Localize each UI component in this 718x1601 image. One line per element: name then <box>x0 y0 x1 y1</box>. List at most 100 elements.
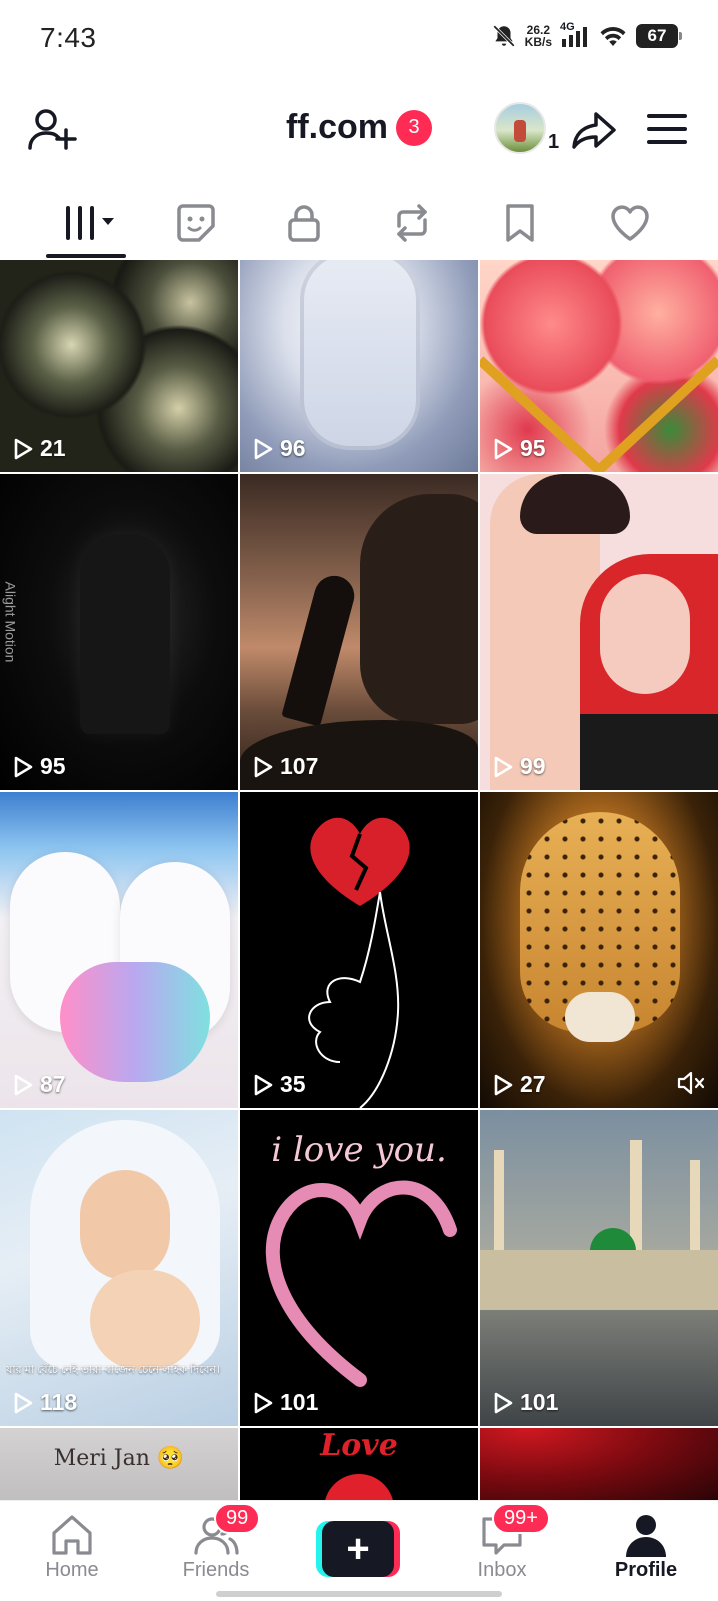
bell-muted-icon <box>492 25 515 47</box>
video-caption: Meri Jan 🥺 <box>53 1446 185 1471</box>
baby <box>90 1270 200 1370</box>
video-caption: যার মা বেঁচে নেই তারা বাজেন চেনে লাইক দি… <box>6 1364 220 1376</box>
play-icon <box>14 756 33 777</box>
heart-pillow <box>60 962 210 1082</box>
play-icon <box>254 1074 273 1095</box>
woman-face <box>600 574 690 694</box>
tab-videos[interactable] <box>36 190 144 256</box>
video-thumbnail[interactable]: Meri Jan 🥺 <box>0 1428 238 1500</box>
status-bar: 7:43 26.2 KB/s 4G 67 <box>0 0 718 80</box>
plus-icon: + <box>322 1521 394 1577</box>
accounts-button[interactable]: 1 <box>494 102 559 154</box>
inbox-badge: 99+ <box>492 1503 550 1534</box>
mute-icon <box>677 1071 705 1095</box>
video-thumbnail[interactable]: যার মা বেঁচে নেই তারা বাজেন চেনে লাইক দি… <box>0 1110 238 1426</box>
video-thumbnail[interactable]: 87 <box>0 792 238 1108</box>
video-thumbnail[interactable]: 21 <box>0 260 238 472</box>
account-count: 1 <box>548 131 560 153</box>
sticker-icon <box>177 204 215 242</box>
mosque-building <box>480 1250 718 1310</box>
profile-icon <box>626 1515 666 1557</box>
tab-favorites[interactable] <box>466 190 574 256</box>
video-thumbnail[interactable]: 27 <box>480 792 718 1108</box>
net-speed: 26.2 KB/s <box>524 23 552 49</box>
profile-header: ff.com 3 1 <box>0 90 718 170</box>
play-icon <box>254 756 273 777</box>
video-thumbnail[interactable]: i love you. 101 <box>240 1110 478 1426</box>
video-thumbnail[interactable]: 99 <box>480 474 718 790</box>
nav-profile[interactable]: Profile <box>586 1511 706 1582</box>
nav-home-label: Home <box>45 1559 99 1581</box>
play-icon <box>494 438 513 459</box>
repost-icon <box>397 204 427 242</box>
bottom-nav: Home Friends 99 + Inbox 99+ Profile <box>0 1500 718 1601</box>
man-silhouette <box>281 571 359 727</box>
nav-inbox[interactable]: Inbox 99+ <box>442 1503 562 1582</box>
video-thumbnail[interactable]: 95 <box>480 260 718 472</box>
video-thumbnail[interactable]: 35 <box>240 792 478 1108</box>
view-count: 107 <box>252 753 318 780</box>
boulder <box>360 494 478 724</box>
view-count: 35 <box>252 1071 306 1098</box>
man-hair <box>520 474 630 534</box>
figure-silhouette <box>80 534 170 734</box>
menu-icon[interactable] <box>646 108 688 150</box>
play-icon <box>254 438 273 459</box>
play-icon <box>494 756 513 777</box>
play-icon <box>14 1074 33 1095</box>
view-count: 27 <box>492 1071 546 1098</box>
red-heart <box>324 1474 394 1500</box>
nav-friends[interactable]: Friends 99 <box>156 1503 276 1582</box>
play-icon <box>254 1392 273 1413</box>
nav-profile-label: Profile <box>614 1559 678 1581</box>
mother-face <box>80 1170 170 1280</box>
watermark: Alight Motion <box>2 581 19 663</box>
status-time: 7:43 <box>40 22 97 53</box>
home-icon <box>52 1515 92 1555</box>
video-thumbnail[interactable] <box>480 1428 718 1500</box>
play-icon <box>494 1392 513 1413</box>
share-icon[interactable] <box>570 106 618 154</box>
profile-username: ff.com <box>286 108 388 146</box>
account-switcher[interactable]: ff.com 3 <box>286 108 432 147</box>
notification-badge: 3 <box>396 109 432 146</box>
grid-icon <box>66 206 114 240</box>
video-thumbnail[interactable]: 107 <box>240 474 478 790</box>
heart-icon <box>611 205 649 241</box>
view-count: 95 <box>492 435 546 462</box>
view-count: 87 <box>12 1071 66 1098</box>
video-thumbnail[interactable]: 101 <box>480 1110 718 1426</box>
video-thumbnail[interactable]: Alight Motion 95 <box>0 474 238 790</box>
lock-icon <box>288 205 320 242</box>
tab-private[interactable] <box>250 190 358 256</box>
cell-signal-icon: 4G <box>560 21 590 49</box>
create-button[interactable]: + <box>316 1521 400 1577</box>
video-thumbnail[interactable]: Love <box>240 1428 478 1500</box>
nav-friends-label: Friends <box>182 1559 250 1581</box>
tab-reposts[interactable] <box>358 190 466 256</box>
tab-liked[interactable] <box>576 190 684 256</box>
video-thumbnail[interactable]: 96 <box>240 260 478 472</box>
nav-inbox-label: Inbox <box>477 1559 527 1581</box>
profile-tabs <box>0 190 718 260</box>
avatar <box>494 102 546 154</box>
view-count: 95 <box>12 753 66 780</box>
view-count: 118 <box>12 1389 77 1416</box>
wifi-icon <box>600 26 626 46</box>
play-icon <box>14 1392 33 1413</box>
nav-home[interactable]: Home <box>12 1511 132 1582</box>
tiger-figure <box>300 260 420 450</box>
active-tab-indicator <box>46 254 126 258</box>
leopard-muzzle <box>565 992 635 1042</box>
friends-badge: 99 <box>214 1503 261 1534</box>
home-indicator <box>216 1591 502 1597</box>
add-friend-icon[interactable] <box>26 104 78 156</box>
view-count: 101 <box>492 1389 558 1416</box>
view-count: 101 <box>252 1389 318 1416</box>
view-count: 99 <box>492 753 546 780</box>
tab-stickers[interactable] <box>142 190 250 256</box>
battery-icon: 67 <box>636 24 682 48</box>
view-count: 96 <box>252 435 306 462</box>
video-caption: Love <box>320 1428 398 1463</box>
video-caption: i love you. <box>271 1130 447 1170</box>
